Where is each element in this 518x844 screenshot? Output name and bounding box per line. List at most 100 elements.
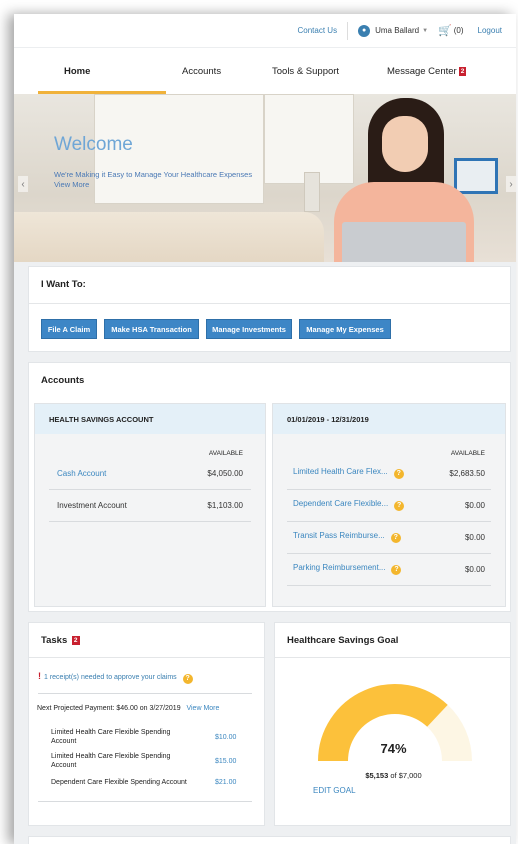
manage-expenses-button[interactable]: Manage My Expenses	[299, 319, 391, 339]
hsa-panel: HEALTH SAVINGS ACCOUNT AVAILABLE Cash Ac…	[34, 403, 266, 607]
hsa-header: HEALTH SAVINGS ACCOUNT	[35, 404, 265, 434]
nav-message-label: Message Center	[387, 65, 457, 77]
divider	[49, 489, 251, 490]
account-name-link[interactable]: Parking Reimbursement...	[293, 563, 385, 572]
view-more-link[interactable]: View More	[186, 705, 219, 712]
main-nav: Home Accounts Tools & Support Message Ce…	[14, 48, 516, 94]
divider	[347, 21, 349, 40]
next-payment-text: Next Projected Payment: $46.00 on 3/27/2…	[37, 705, 227, 714]
nav-home[interactable]: Home	[38, 48, 166, 94]
list-item[interactable]: Transit Pass Reimburse...? $0.00	[293, 528, 485, 546]
account-amount: $0.00	[464, 532, 485, 542]
manage-investments-button[interactable]: Manage Investments	[206, 319, 292, 339]
info-icon[interactable]: ?	[391, 565, 402, 575]
task-item-name: Limited Health Care Flexible Spending Ac…	[51, 729, 171, 745]
logout-link[interactable]: Logout	[478, 26, 502, 35]
account-amount: $0.00	[464, 564, 485, 574]
task-item-amount[interactable]: $15.00	[215, 758, 236, 765]
task-alert[interactable]: ! 1 receipt(s) needed to approve your cla…	[38, 671, 193, 684]
user-menu[interactable]: ● Uma Ballard ▼	[358, 24, 429, 37]
account-name-link[interactable]: Dependent Care Flexible...	[293, 499, 388, 508]
app-window: Contact Us ● Uma Ballard ▼ 🛒 (0) Logout …	[14, 14, 516, 844]
chevron-down-icon: ▼	[422, 27, 429, 34]
fsa-header: 01/01/2019 - 12/31/2019	[273, 404, 505, 434]
cart-count: (0)	[453, 26, 464, 35]
list-item[interactable]: Limited Health Care Flex...? $2,683.50	[293, 464, 485, 482]
goal-title: Healthcare Savings Goal	[287, 635, 399, 646]
task-item-amount[interactable]: $21.00	[215, 779, 236, 786]
goal-percent: 74%	[380, 741, 407, 756]
hero-banner: Welcome We're Making it Easy to Manage Y…	[14, 94, 516, 262]
hero-decor	[454, 158, 498, 194]
info-icon[interactable]: ?	[394, 501, 405, 511]
hsa-available-label: AVAILABLE	[208, 450, 243, 457]
divider	[287, 553, 491, 554]
hero-decor	[304, 172, 320, 212]
edit-goal-link[interactable]: EDIT GOAL	[313, 786, 356, 795]
divider	[287, 585, 491, 586]
list-item[interactable]: Cash Account $4,050.00	[57, 464, 243, 482]
hero-person	[382, 116, 428, 172]
hero-bookshelf	[264, 94, 354, 184]
alert-icon: !	[38, 671, 41, 681]
chevron-right-icon[interactable]: ›	[506, 176, 516, 192]
account-amount: $1,103.00	[207, 500, 243, 510]
task-alert-text: 1 receipt(s) needed to approve your clai…	[44, 674, 177, 681]
nav-accounts-label: Accounts	[182, 65, 222, 77]
file-claim-button[interactable]: File A Claim	[41, 319, 97, 339]
account-amount: $0.00	[464, 500, 485, 510]
top-bar: Contact Us ● Uma Ballard ▼ 🛒 (0) Logout	[14, 14, 516, 48]
info-icon[interactable]: ?	[393, 469, 404, 479]
message-count-badge: 2	[458, 66, 467, 76]
payment-text: Next Projected Payment: $46.00 on 3/27/2…	[37, 705, 181, 712]
divider	[29, 303, 510, 304]
divider	[38, 693, 252, 694]
cart-button[interactable]: 🛒 (0)	[438, 24, 463, 37]
task-item-name: Limited Health Care Flexible Spending Ac…	[51, 753, 171, 769]
action-buttons: File A Claim Make HSA Transaction Manage…	[41, 319, 501, 339]
account-name-link[interactable]: Limited Health Care Flex...	[293, 467, 388, 476]
hsa-transaction-button[interactable]: Make HSA Transaction	[104, 319, 199, 339]
divider	[38, 801, 252, 802]
info-icon[interactable]: ?	[390, 533, 401, 543]
next-card	[28, 836, 511, 844]
nav-tools-support[interactable]: Tools & Support	[272, 48, 387, 94]
list-item[interactable]: Investment Account $1,103.00	[57, 496, 243, 514]
goal-progress-text: $5,153 of $7,000	[275, 771, 512, 780]
account-name-link[interactable]: Cash Account	[57, 469, 106, 478]
divider	[287, 489, 491, 490]
fsa-panel: 01/01/2019 - 12/31/2019 AVAILABLE Limite…	[272, 403, 506, 607]
divider	[29, 657, 264, 658]
list-item[interactable]: Parking Reimbursement...? $0.00	[293, 560, 485, 578]
nav-tools-label: Tools & Support	[272, 65, 340, 77]
list-item[interactable]: Dependent Care Flexible...? $0.00	[293, 496, 485, 514]
accounts-title: Accounts	[41, 375, 85, 386]
tasks-title: Tasks 2	[41, 635, 80, 646]
nav-message-center[interactable]: Message Center 2	[387, 48, 467, 94]
i-want-to-card: I Want To: File A Claim Make HSA Transac…	[28, 266, 511, 352]
hero-title: Welcome	[54, 134, 133, 155]
accounts-card: Accounts HEALTH SAVINGS ACCOUNT AVAILABL…	[28, 362, 511, 612]
tasks-card: Tasks 2 ! 1 receipt(s) needed to approve …	[28, 622, 265, 826]
divider	[49, 521, 251, 522]
divider	[287, 521, 491, 522]
cart-icon: 🛒	[438, 25, 452, 37]
tasks-count-badge: 2	[71, 636, 80, 645]
nav-home-label: Home	[64, 65, 91, 77]
info-icon[interactable]: ?	[182, 674, 193, 684]
hero-couch	[14, 212, 324, 262]
nav-accounts[interactable]: Accounts	[162, 48, 272, 94]
divider	[275, 657, 510, 658]
hero-subtitle: We're Making it Easy to Manage Your Heal…	[54, 170, 253, 179]
chevron-left-icon[interactable]: ‹	[18, 176, 28, 192]
savings-goal-card: Healthcare Savings Goal 74% $5,153 of $7…	[274, 622, 511, 826]
task-item-amount[interactable]: $10.00	[215, 734, 236, 741]
goal-saved: $5,153	[365, 771, 389, 780]
account-name-link[interactable]: Transit Pass Reimburse...	[293, 531, 385, 540]
tasks-title-text: Tasks	[41, 635, 68, 646]
contact-us-link[interactable]: Contact Us	[298, 26, 338, 35]
account-name: Investment Account	[57, 500, 127, 510]
hero-view-more-link[interactable]: View More	[54, 180, 89, 189]
account-amount: $2,683.50	[449, 468, 485, 478]
task-item-name: Dependent Care Flexible Spending Account	[51, 779, 187, 786]
